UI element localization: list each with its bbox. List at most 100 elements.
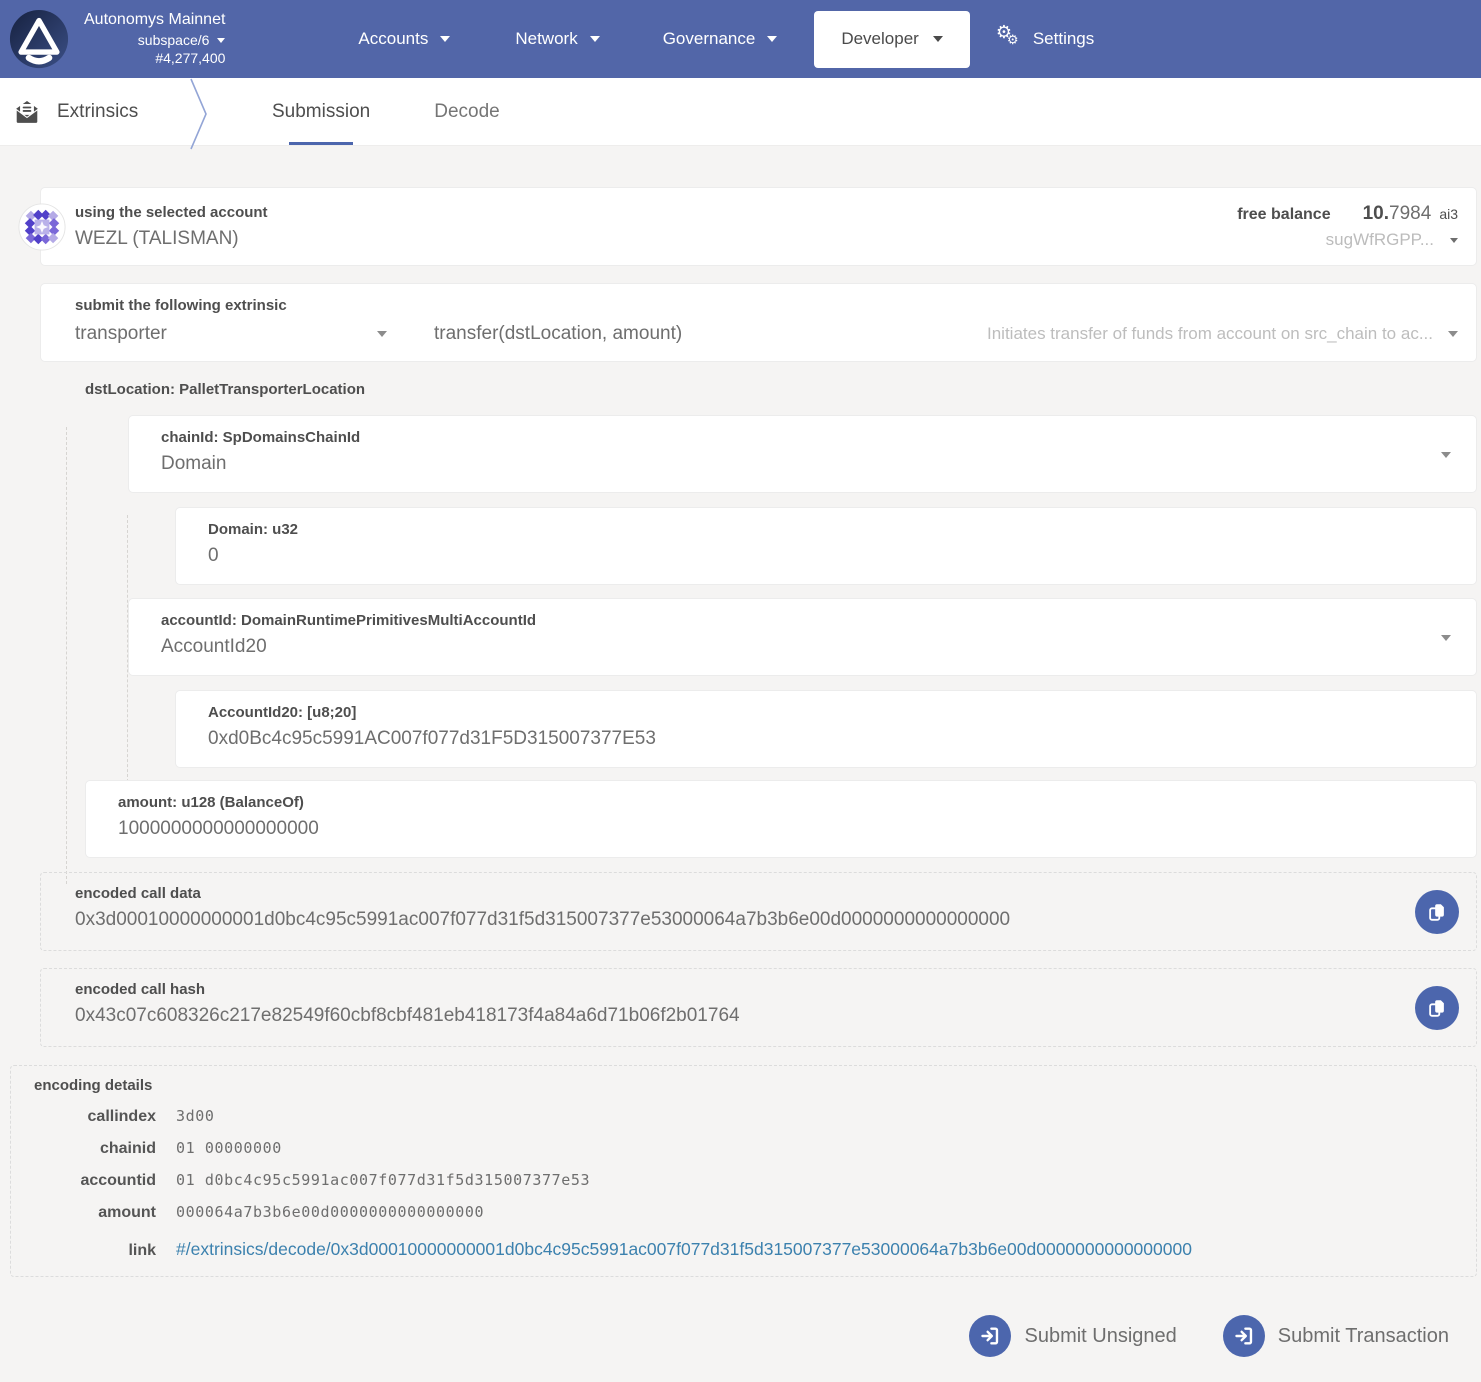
nav-item-label: Accounts xyxy=(358,29,428,49)
nav-item-label: Network xyxy=(515,29,577,49)
extrinsic-select-card: submit the following extrinsic transport… xyxy=(40,283,1477,362)
detail-label: chainid xyxy=(34,1140,156,1158)
param-label: accountId: DomainRuntimePrimitivesMultiA… xyxy=(161,612,1416,629)
section-title: Extrinsics xyxy=(57,101,138,123)
tab-bar: Extrinsics Submission Decode xyxy=(0,78,1481,146)
top-nav: Autonomys Mainnet subspace/6 #4,277,400 … xyxy=(0,0,1481,78)
copy-call-data-button[interactable] xyxy=(1415,890,1459,934)
encoded-call-hash-label: encoded call hash xyxy=(75,981,1376,998)
submit-unsigned-button[interactable]: Submit Unsigned xyxy=(969,1315,1176,1357)
detail-row: callindex 3d00 xyxy=(34,1107,1456,1126)
decode-link[interactable]: #/extrinsics/decode/0x3d00010000000001d0… xyxy=(176,1239,1192,1260)
copy-call-hash-button[interactable] xyxy=(1415,986,1459,1030)
account-balance-block: free balance 10.7984 ai3 sugWfRGPP... xyxy=(1237,203,1458,250)
chain-name: Autonomys Mainnet xyxy=(84,10,225,31)
breadcrumb-divider xyxy=(188,78,210,150)
encoded-call-data-value: 0x3d00010000000001d0bc4c95c5991ac007f077… xyxy=(75,909,1376,931)
param-chainid-select[interactable]: chainId: SpDomainsChainId Domain xyxy=(128,415,1477,493)
param-label: amount: u128 (BalanceOf) xyxy=(118,794,1416,811)
submit-transaction-label: Submit Transaction xyxy=(1278,1325,1449,1348)
block-number: #4,277,400 xyxy=(84,49,225,67)
method-description: Initiates transfer of funds from account… xyxy=(987,324,1433,344)
encoded-call-data-box: encoded call data 0x3d00010000000001d0bc… xyxy=(40,872,1477,951)
chevron-down-icon xyxy=(1441,452,1451,458)
detail-value: 3d00 xyxy=(176,1107,215,1125)
chevron-down-icon xyxy=(767,36,777,42)
submit-transaction-button[interactable]: Submit Transaction xyxy=(1223,1315,1449,1357)
detail-label: link xyxy=(34,1242,156,1260)
nav-item-settings[interactable]: ⚙⚙ Settings xyxy=(996,26,1094,52)
account-name: WEZL (TALISMAN) xyxy=(75,228,268,250)
detail-value: 01 d0bc4c95c5991ac007f077d31f5d315007377… xyxy=(176,1171,590,1189)
param-value: 0 xyxy=(208,545,1416,567)
account-address-short: sugWfRGPP... xyxy=(1326,230,1434,250)
nav-item-developer[interactable]: Developer xyxy=(814,11,970,68)
param-domain-input[interactable]: Domain: u32 0 xyxy=(175,507,1477,585)
gear-icon: ⚙⚙ xyxy=(996,26,1024,52)
nav-item-network[interactable]: Network xyxy=(515,29,599,49)
chain-spec-selector[interactable]: subspace/6 xyxy=(84,31,225,49)
detail-value: 000064a7b3b6e00d0000000000000000 xyxy=(176,1203,484,1221)
extrinsics-envelope-icon xyxy=(14,99,40,125)
detail-row-link: link #/extrinsics/decode/0x3d00010000000… xyxy=(34,1239,1456,1260)
encoded-call-hash-box: encoded call hash 0x43c07c608326c217e825… xyxy=(40,968,1477,1047)
copy-icon xyxy=(1426,901,1448,923)
account-select-card[interactable]: using the selected account WEZL (TALISMA… xyxy=(40,187,1477,266)
param-label: AccountId20: [u8;20] xyxy=(208,704,1416,721)
param-accountid-select[interactable]: accountId: DomainRuntimePrimitivesMultiA… xyxy=(128,598,1477,676)
submit-unsigned-label: Submit Unsigned xyxy=(1024,1325,1176,1348)
detail-row: amount 000064a7b3b6e00d0000000000000000 xyxy=(34,1203,1456,1222)
param-label: chainId: SpDomainsChainId xyxy=(161,429,1416,446)
detail-label: amount xyxy=(34,1204,156,1222)
chevron-down-icon xyxy=(1448,331,1458,337)
chevron-down-icon xyxy=(1441,635,1451,641)
free-balance: free balance 10.7984 ai3 xyxy=(1237,203,1458,225)
sign-in-icon xyxy=(1223,1315,1265,1357)
chevron-down-icon xyxy=(590,36,600,42)
nav-item-label: Developer xyxy=(841,29,919,49)
encoding-details-box: encoding details callindex 3d00 chainid … xyxy=(10,1065,1477,1277)
method-select[interactable]: Initiates transfer of funds from account… xyxy=(987,324,1458,344)
detail-label: accountid xyxy=(34,1172,156,1190)
param-value: 1000000000000000000 xyxy=(118,818,1416,840)
copy-icon xyxy=(1426,997,1448,1019)
tab-label: Submission xyxy=(272,101,370,123)
extrinsic-params: dstLocation: PalletTransporterLocation c… xyxy=(0,381,1481,858)
extrinsic-label: submit the following extrinsic xyxy=(75,297,1458,314)
account-address-selector[interactable]: sugWfRGPP... xyxy=(1237,230,1458,250)
account-identicon xyxy=(18,203,66,251)
encoded-call-data-label: encoded call data xyxy=(75,885,1376,902)
tab-label: Decode xyxy=(434,101,500,123)
balance-unit: ai3 xyxy=(1439,206,1458,222)
param-label: Domain: u32 xyxy=(208,521,1416,538)
nav-item-accounts[interactable]: Accounts xyxy=(358,29,450,49)
autonomys-logo-icon[interactable] xyxy=(8,8,70,70)
param-value: 0xd0Bc4c95c5991AC007f077d31F5D315007377E… xyxy=(208,728,1416,750)
section-heading: Extrinsics xyxy=(14,99,138,125)
sign-in-icon xyxy=(969,1315,1011,1357)
detail-value: 01 00000000 xyxy=(176,1139,282,1157)
detail-row: chainid 01 00000000 xyxy=(34,1139,1456,1158)
balance-fraction: 7984 xyxy=(1389,203,1431,225)
tab-submission[interactable]: Submission xyxy=(272,78,370,145)
chain-spec-label: subspace/6 xyxy=(138,31,210,49)
encoding-details-title: encoding details xyxy=(34,1077,1456,1094)
nav-item-governance[interactable]: Governance xyxy=(663,29,778,49)
pallet-select[interactable]: transporter xyxy=(75,323,387,345)
free-balance-label: free balance xyxy=(1237,206,1330,224)
chevron-down-icon xyxy=(217,38,225,43)
param-accountid20-input[interactable]: AccountId20: [u8;20] 0xd0Bc4c95c5991AC00… xyxy=(175,690,1477,768)
pallet-name: transporter xyxy=(75,323,167,345)
param-dstlocation-label: dstLocation: PalletTransporterLocation xyxy=(85,381,1481,398)
nav-item-label: Governance xyxy=(663,29,756,49)
detail-label: callindex xyxy=(34,1108,156,1126)
nav-item-label: Settings xyxy=(1033,29,1094,49)
chevron-down-icon xyxy=(377,331,387,337)
detail-row: accountid 01 d0bc4c95c5991ac007f077d31f5… xyxy=(34,1171,1456,1190)
tab-decode[interactable]: Decode xyxy=(434,78,500,145)
param-amount-input[interactable]: amount: u128 (BalanceOf) 100000000000000… xyxy=(85,780,1477,858)
chevron-down-icon xyxy=(1450,238,1458,243)
chain-info: Autonomys Mainnet subspace/6 #4,277,400 xyxy=(84,10,225,67)
selected-account: using the selected account WEZL (TALISMA… xyxy=(75,204,268,250)
param-value: AccountId20 xyxy=(161,636,1416,658)
